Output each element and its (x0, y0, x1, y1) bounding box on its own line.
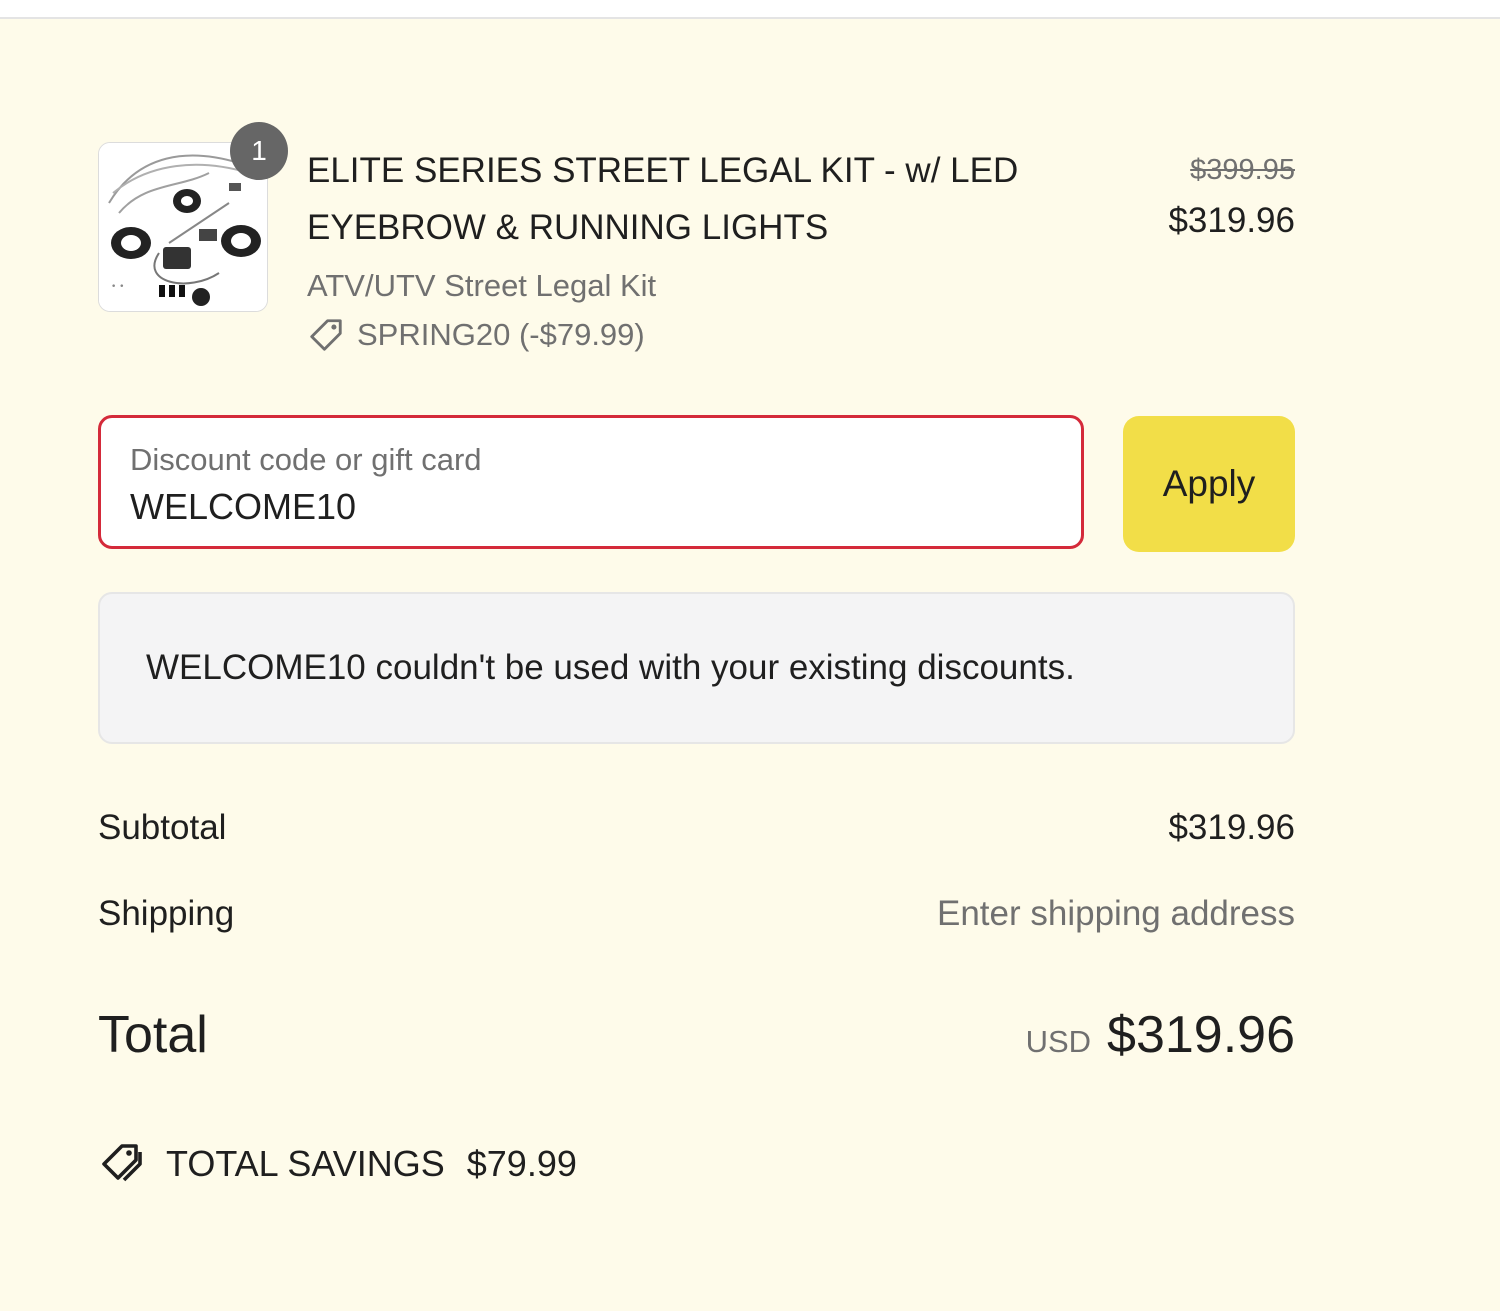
product-variant: ATV/UTV Street Legal Kit (307, 268, 657, 303)
discount-form: Discount code or gift card Apply (98, 415, 1295, 553)
shipping-value: Enter shipping address (937, 894, 1295, 933)
quantity-badge: 1 (230, 122, 288, 180)
savings-value: $79.99 (466, 1143, 577, 1184)
total-amount: $319.96 (1107, 1006, 1295, 1064)
line-item: • • 1 ELITE SERIES STREET LEGAL KIT - w/… (98, 122, 1295, 362)
savings-label: TOTAL SAVINGS (166, 1143, 445, 1184)
total-label: Total (98, 1006, 208, 1064)
subtotal-row: Subtotal $319.96 (98, 808, 1295, 848)
apply-button[interactable]: Apply (1123, 416, 1295, 552)
tags-icon (98, 1140, 146, 1188)
shipping-label: Shipping (98, 894, 235, 933)
applied-discount-text: SPRING20 (-$79.99) (357, 317, 645, 352)
svg-text:• •: • • (111, 282, 124, 292)
discount-code-field[interactable]: Discount code or gift card (98, 415, 1084, 549)
total-savings: TOTAL SAVINGS $79.99 (98, 1140, 577, 1188)
item-prices: $399.95 $319.96 (1168, 150, 1295, 242)
top-divider (0, 0, 1500, 19)
item-info: ELITE SERIES STREET LEGAL KIT - w/ LED E… (307, 142, 1097, 354)
discount-field-label: Discount code or gift card (130, 442, 482, 477)
total-currency: USD (1025, 1024, 1092, 1059)
item-price: $319.96 (1168, 201, 1295, 240)
discount-code-input[interactable] (130, 486, 1030, 528)
product-thumbnail: • • 1 (98, 122, 288, 312)
total-price: USD $319.96 (1026, 1005, 1295, 1065)
total-row: Total USD $319.96 (98, 1005, 1295, 1065)
shipping-row: Shipping Enter shipping address (98, 894, 1295, 934)
tag-icon (307, 316, 345, 354)
subtotal-label: Subtotal (98, 808, 227, 847)
subtotal-value: $319.96 (1168, 808, 1295, 847)
compare-at-price: $399.95 (1190, 154, 1295, 186)
product-title: ELITE SERIES STREET LEGAL KIT - w/ LED E… (307, 151, 1019, 247)
applied-discount: SPRING20 (-$79.99) (307, 316, 1097, 354)
discount-error-message: WELCOME10 couldn't be used with your exi… (98, 592, 1295, 744)
